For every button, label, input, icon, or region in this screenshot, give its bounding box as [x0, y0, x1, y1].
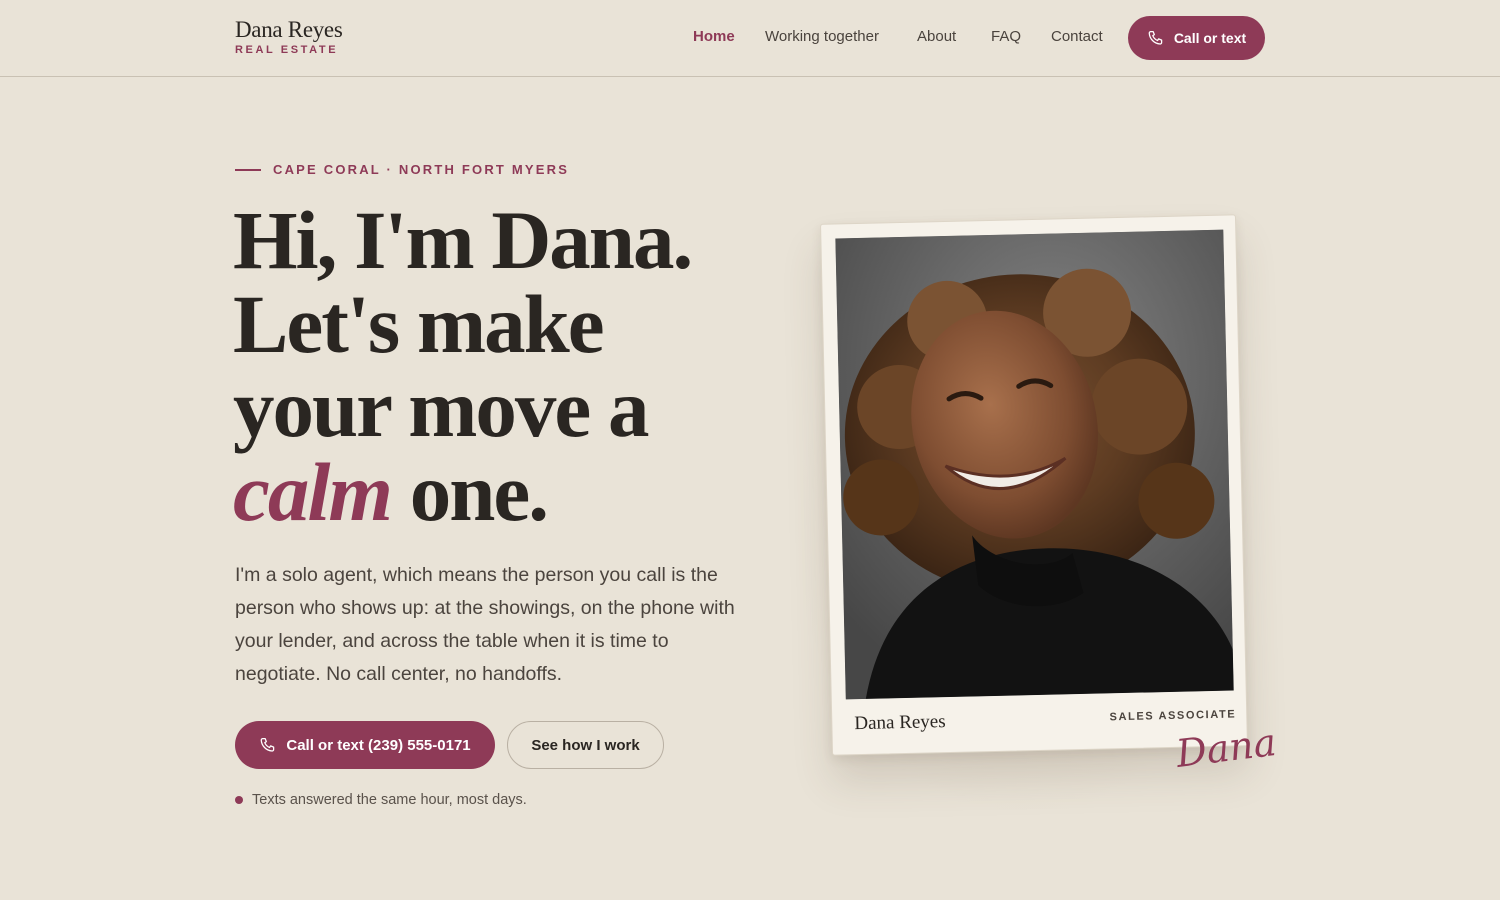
headline-line-4-rest: one. — [409, 446, 549, 538]
hero-headline: Hi, I'm Dana. Let's make your move a cal… — [233, 198, 793, 534]
nav-link-contact[interactable]: Contact — [1051, 28, 1103, 46]
headline-line-2: Let's make — [233, 278, 605, 370]
header-call-button[interactable]: Call or text — [1128, 16, 1265, 60]
site-header: Dana Reyes REAL ESTATE Home Working toge… — [0, 0, 1500, 77]
nav-link-home[interactable]: Home — [693, 28, 735, 46]
hero-eyebrow: CAPE CORAL · NORTH FORT MYERS — [235, 161, 569, 178]
response-note-text: Texts answered the same hour, most days. — [252, 792, 527, 808]
hero-intro: I'm a solo agent, which means the person… — [235, 564, 735, 685]
eyebrow-rule — [235, 168, 261, 171]
phone-icon — [259, 736, 277, 754]
brand-name: Dana Reyes — [235, 17, 343, 42]
nav-link-faq[interactable]: FAQ — [991, 28, 1021, 46]
card-name: Dana Reyes — [854, 711, 946, 735]
nav-link-working-together[interactable]: Working together — [765, 28, 879, 46]
phone-icon — [1147, 29, 1165, 47]
card-role: SALES ASSOCIATE — [1109, 708, 1237, 724]
nav-link-about[interactable]: About — [917, 28, 956, 46]
headline-accent-word: calm — [233, 446, 393, 538]
status-dot — [235, 796, 243, 804]
header-call-label: Call or text — [1173, 30, 1247, 46]
call-or-text-label: Call or text (239) 555-0171 — [286, 736, 471, 754]
brand-tagline: REAL ESTATE — [235, 44, 339, 56]
portrait-photo — [835, 229, 1234, 700]
eyebrow-location: CAPE CORAL · NORTH FORT MYERS — [273, 162, 570, 177]
portrait-card: Dana Reyes SALES ASSOCIATE — [820, 214, 1248, 756]
call-or-text-button[interactable]: Call or text (239) 555-0171 — [235, 721, 495, 769]
headline-line-4: calm one. — [233, 450, 793, 534]
headline-line-3: your move a — [233, 362, 649, 454]
brand-logo[interactable]: Dana Reyes REAL ESTATE — [235, 17, 343, 57]
see-how-i-work-button[interactable]: See how I work — [507, 721, 664, 769]
headline-line-1: Hi, I'm Dana. — [233, 194, 693, 286]
response-note: Texts answered the same hour, most days. — [235, 791, 527, 809]
